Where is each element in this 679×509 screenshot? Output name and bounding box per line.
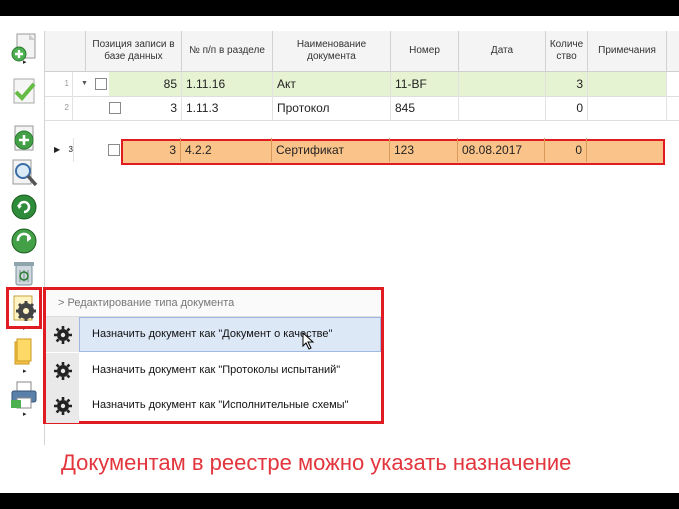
mouse-cursor-icon xyxy=(302,331,316,355)
cell-name[interactable]: Протокол xyxy=(273,96,391,120)
header-position[interactable]: Позиция записи в базе данных xyxy=(86,31,182,71)
printer-icon[interactable] xyxy=(9,380,39,410)
cell-notes[interactable] xyxy=(588,72,667,96)
header-number[interactable]: Номер xyxy=(391,31,459,71)
menu-item-label: Назначить документ как "Исполнительные с… xyxy=(92,399,349,411)
cell-pp[interactable]: 1.11.3 xyxy=(182,96,273,120)
context-menu: > Редактирование типа документа Назначит… xyxy=(43,287,384,424)
row-checkbox[interactable] xyxy=(95,78,107,90)
header-corner xyxy=(45,31,86,71)
cell-position[interactable]: 85 xyxy=(109,72,182,96)
cell-number[interactable]: 11-BF xyxy=(391,72,459,96)
row-checkbox[interactable] xyxy=(108,144,120,156)
add-icon[interactable] xyxy=(9,124,39,154)
refresh-icon[interactable] xyxy=(9,192,39,222)
header-name[interactable]: Наименование документа xyxy=(273,31,391,71)
menu-item-executive-schemes[interactable]: Назначить документ как "Исполнительные с… xyxy=(46,388,381,423)
recycle-bin-icon[interactable] xyxy=(9,258,39,288)
gear-icon xyxy=(46,317,79,352)
dropdown-arrow-icon[interactable]: ▸ xyxy=(23,367,27,375)
context-menu-header: > Редактирование типа документа xyxy=(46,290,381,317)
menu-item-test-protocols[interactable]: Назначить документ как "Протоколы испыта… xyxy=(46,353,381,388)
row-number: 2 xyxy=(45,96,73,120)
cell-pp[interactable]: 1.11.16 xyxy=(182,72,273,96)
table-row-selected[interactable]: ▶ 3 3 4.2.2 Сертификат 123 08.08.2017 0 xyxy=(44,138,679,162)
cell-quantity[interactable]: 3 xyxy=(546,72,588,96)
expand-caret-icon[interactable]: ▼ xyxy=(81,72,88,96)
row-number: 1 xyxy=(45,72,73,96)
menu-item-label: Назначить документ как "Документ о качес… xyxy=(92,328,333,340)
dropdown-arrow-icon[interactable]: ▸ xyxy=(23,410,27,418)
gear-icon xyxy=(46,388,79,423)
cell-pp[interactable]: 4.2.2 xyxy=(181,138,272,162)
cell-date[interactable] xyxy=(459,96,546,120)
slide-caption: Документам в реестре можно указать назна… xyxy=(61,450,572,475)
left-toolbar: ▸ ▸ ▸ ▸ xyxy=(5,18,45,428)
row-number: 3 xyxy=(62,138,74,162)
menu-item-label: Назначить документ как "Протоколы испыта… xyxy=(92,364,341,376)
header-date[interactable]: Дата xyxy=(459,31,546,71)
search-icon[interactable] xyxy=(9,158,39,188)
header-notes[interactable]: Примечания xyxy=(588,31,667,71)
folder-icon[interactable] xyxy=(9,336,39,366)
grid-header: Позиция записи в базе данных № п/п в раз… xyxy=(45,31,679,72)
cell-number[interactable]: 123 xyxy=(390,138,458,162)
gear-highlight-frame xyxy=(6,287,42,329)
current-row-marker-icon: ▶ xyxy=(54,145,61,154)
cell-position[interactable]: 3 xyxy=(122,138,181,162)
cell-notes[interactable] xyxy=(588,96,667,120)
sync-icon[interactable] xyxy=(9,226,39,256)
cell-name[interactable]: Акт xyxy=(273,72,391,96)
menu-item-quality-document[interactable]: Назначить документ как "Документ о качес… xyxy=(46,317,381,352)
cell-notes[interactable] xyxy=(587,138,663,162)
gear-icon xyxy=(46,353,79,388)
cell-quantity[interactable]: 0 xyxy=(545,138,587,162)
cell-position[interactable]: 3 xyxy=(123,96,182,120)
cell-date[interactable]: 08.08.2017 xyxy=(458,138,545,162)
dropdown-arrow-icon[interactable]: ▸ xyxy=(23,58,27,66)
cell-quantity[interactable]: 0 xyxy=(546,96,588,120)
header-quantity[interactable]: Количество xyxy=(546,31,588,71)
check-icon[interactable] xyxy=(9,76,39,106)
slide: ▸ ▸ ▸ ▸ Позиция записи в базе данных № п… xyxy=(0,16,679,493)
row-checkbox[interactable] xyxy=(109,102,121,114)
table-row[interactable]: 2 3 1.11.3 Протокол 845 0 xyxy=(45,96,679,121)
cell-number[interactable]: 845 xyxy=(391,96,459,120)
table-row[interactable]: 1 ▼ 85 1.11.16 Акт 11-BF 3 xyxy=(45,72,679,97)
cell-date[interactable] xyxy=(459,72,546,96)
header-pp[interactable]: № п/п в разделе xyxy=(182,31,273,71)
cell-name[interactable]: Сертификат xyxy=(272,138,390,162)
